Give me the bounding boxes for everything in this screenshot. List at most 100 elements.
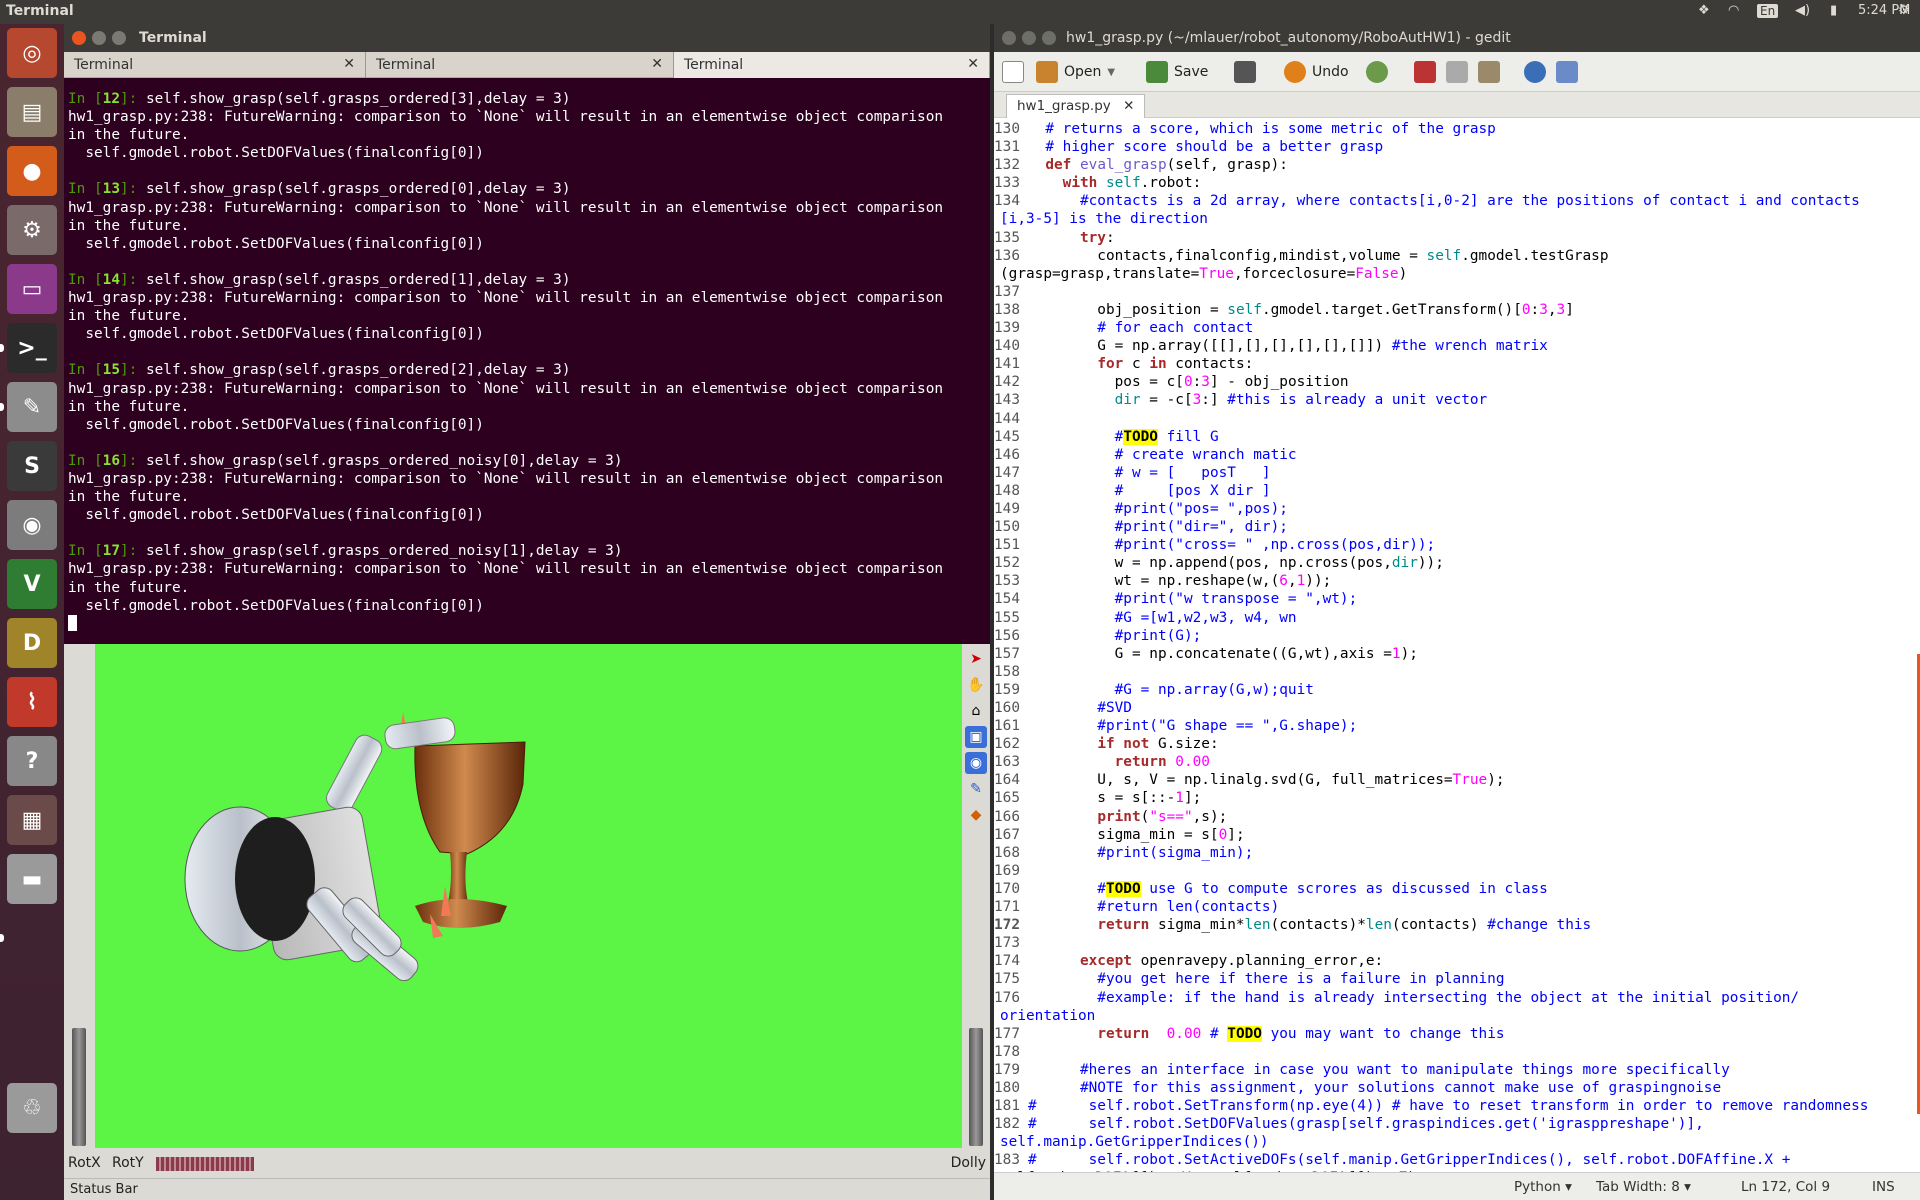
pan-hand-icon[interactable]: ✋ xyxy=(965,674,987,696)
vim-icon[interactable]: V xyxy=(7,559,57,609)
minimize-icon[interactable] xyxy=(1022,31,1036,45)
language-selector[interactable]: Python ▾ xyxy=(1514,1179,1572,1195)
code-line[interactable]: 142 pos = c[0:3] - obj_position xyxy=(994,373,1920,391)
right-scroll-wheel[interactable] xyxy=(969,1028,983,1146)
tab-width-selector[interactable]: Tab Width: 8 ▾ xyxy=(1596,1179,1691,1195)
code-line[interactable]: 135 try: xyxy=(994,229,1920,247)
code-line[interactable]: 161 #print("G shape == ",G.shape); xyxy=(994,717,1920,735)
pdf-reader-icon[interactable]: ⌇ xyxy=(7,677,57,727)
paste-icon[interactable] xyxy=(1478,61,1500,83)
code-line[interactable]: 171 #return len(contacts) xyxy=(994,898,1920,916)
text-editor-icon[interactable]: ✎ xyxy=(7,382,57,432)
roty-wheel[interactable] xyxy=(156,1157,254,1171)
open-dropdown-icon[interactable]: ▼ xyxy=(1107,67,1115,78)
files-icon[interactable]: ▤ xyxy=(7,87,57,137)
settings-icon[interactable]: ⚙ xyxy=(7,205,57,255)
code-line[interactable]: 151 #print("cross= " ,np.cross(pos,dir))… xyxy=(994,536,1920,554)
code-line[interactable]: 158 xyxy=(994,663,1920,681)
code-line[interactable]: 146 # create wranch matic xyxy=(994,446,1920,464)
close-icon[interactable] xyxy=(1002,31,1016,45)
terminal-icon[interactable]: >_ xyxy=(7,323,57,373)
workspace-icon[interactable]: ▦ xyxy=(7,795,57,845)
code-line[interactable]: 181 # self.robot.SetTransform(np.eye(4)) … xyxy=(994,1097,1920,1115)
home-icon[interactable]: ⌂ xyxy=(965,700,987,722)
code-line[interactable]: 144 xyxy=(994,410,1920,428)
left-scroll-wheel[interactable] xyxy=(72,1028,86,1146)
code-line[interactable]: 131 # higher score should be a better gr… xyxy=(994,138,1920,156)
code-line[interactable]: 166 print("s==",s); xyxy=(994,808,1920,826)
code-line[interactable]: 162 if not G.size: xyxy=(994,735,1920,753)
close-tab-icon[interactable]: ✕ xyxy=(1123,98,1134,114)
code-line[interactable]: 182 # self.robot.SetDOFValues(grasp[self.… xyxy=(994,1115,1920,1133)
code-line[interactable]: 159 #G = np.array(G,w);quit xyxy=(994,681,1920,699)
redo-icon[interactable] xyxy=(1366,61,1388,83)
code-line[interactable]: 172 return sigma_min*len(contacts)*len(c… xyxy=(994,916,1920,934)
code-line[interactable]: 175 #you get here if there is a failure … xyxy=(994,970,1920,988)
code-line[interactable]: 139 # for each contact xyxy=(994,319,1920,337)
tab-hw1-grasp[interactable]: hw1_grasp.py ✕ xyxy=(1006,94,1146,118)
perspective-icon[interactable]: ✎ xyxy=(965,778,987,800)
minimize-icon[interactable] xyxy=(92,31,106,45)
code-line[interactable]: 148 # [pos X dir ] xyxy=(994,482,1920,500)
code-line[interactable]: 167 sigma_min = s[0]; xyxy=(994,826,1920,844)
dosbox-icon[interactable]: D xyxy=(7,618,57,668)
terminal-tab-2[interactable]: Terminal ✕ xyxy=(366,52,674,78)
code-line[interactable]: 157 G = np.concatenate((G,wt),axis =1); xyxy=(994,645,1920,663)
code-line[interactable]: 143 dir = -c[3:] #this is already a unit… xyxy=(994,391,1920,409)
code-line[interactable]: 168 #print(sigma_min); xyxy=(994,844,1920,862)
code-line[interactable]: 141 for c in contacts: xyxy=(994,355,1920,373)
search-icon[interactable] xyxy=(1524,61,1546,83)
code-line[interactable]: 136 contacts,finalconfig,mindist,volume … xyxy=(994,247,1920,265)
code-line[interactable]: 134 #contacts is a 2d array, where conta… xyxy=(994,192,1920,210)
drive-icon[interactable]: ▬ xyxy=(7,854,57,904)
save-button[interactable]: Save xyxy=(1146,61,1208,83)
render-cube-icon[interactable]: ◆ xyxy=(965,804,987,826)
code-line[interactable]: 147 # w = [ posT ] xyxy=(994,464,1920,482)
code-line[interactable]: self.manip.GetGripperIndices()) xyxy=(994,1133,1920,1151)
code-line[interactable]: 173 xyxy=(994,934,1920,952)
code-line[interactable]: 152 w = np.append(pos, np.cross(pos,dir)… xyxy=(994,554,1920,572)
replace-icon[interactable] xyxy=(1556,61,1578,83)
terminal-tab-3[interactable]: Terminal ✕ xyxy=(674,52,990,78)
3d-viewport[interactable] xyxy=(95,644,962,1148)
code-line[interactable]: 178 xyxy=(994,1043,1920,1061)
trash-icon[interactable]: ♲ xyxy=(7,1083,57,1133)
dash-icon[interactable]: ◎ xyxy=(7,28,57,78)
open-button[interactable]: Open ▼ xyxy=(1036,61,1115,83)
code-line[interactable]: 165 s = s[::-1]; xyxy=(994,789,1920,807)
firefox-icon[interactable]: ● xyxy=(7,146,57,196)
code-line[interactable]: 137 xyxy=(994,283,1920,301)
copy-icon[interactable] xyxy=(1446,61,1468,83)
code-line[interactable]: 140 G = np.array([[],[],[],[],[],[]]) #t… xyxy=(994,337,1920,355)
code-line[interactable]: 133 with self.robot: xyxy=(994,174,1920,192)
code-line[interactable]: 145 #TODO fill G xyxy=(994,428,1920,446)
code-line[interactable]: 160 #SVD xyxy=(994,699,1920,717)
code-line[interactable]: 156 #print(G); xyxy=(994,627,1920,645)
keyboard-layout-indicator[interactable]: En xyxy=(1757,4,1779,18)
code-line[interactable]: 163 return 0.00 xyxy=(994,753,1920,771)
select-arrow-icon[interactable]: ➤ xyxy=(965,648,987,670)
code-line[interactable]: 177 return 0.00 # TODO you may want to c… xyxy=(994,1025,1920,1043)
code-line[interactable]: orientation xyxy=(994,1007,1920,1025)
maximize-icon[interactable] xyxy=(112,31,126,45)
maximize-icon[interactable] xyxy=(1042,31,1056,45)
close-tab-icon[interactable]: ✕ xyxy=(343,56,355,72)
code-line[interactable]: 149 #print("pos= ",pos); xyxy=(994,500,1920,518)
view-all-icon[interactable]: ▣ xyxy=(965,726,987,748)
camera-icon[interactable]: ◉ xyxy=(7,500,57,550)
code-line[interactable]: [i,3-5] is the direction xyxy=(994,210,1920,228)
code-editor[interactable]: 130 # returns a score, which is some met… xyxy=(994,120,1920,1172)
power-gear-icon[interactable]: ⚙ xyxy=(1898,3,1910,18)
code-line[interactable]: 176 #example: if the hand is already int… xyxy=(994,989,1920,1007)
close-tab-icon[interactable]: ✕ xyxy=(651,56,663,72)
terminal-tab-1[interactable]: Terminal ✕ xyxy=(64,52,366,78)
code-line[interactable]: (grasp=grasp,translate=True,forceclosure… xyxy=(994,265,1920,283)
code-line[interactable]: 170 #TODO use G to compute scrores as di… xyxy=(994,880,1920,898)
code-line[interactable]: 164 U, s, V = np.linalg.svd(G, full_matr… xyxy=(994,771,1920,789)
sublime-icon[interactable]: S xyxy=(7,441,57,491)
code-line[interactable]: 132 def eval_grasp(self, grasp): xyxy=(994,156,1920,174)
close-tab-icon[interactable]: ✕ xyxy=(967,56,979,72)
code-line[interactable]: 169 xyxy=(994,862,1920,880)
battery-icon[interactable]: ▮ xyxy=(1830,3,1837,18)
dropbox-icon[interactable]: ❖ xyxy=(1698,3,1710,18)
